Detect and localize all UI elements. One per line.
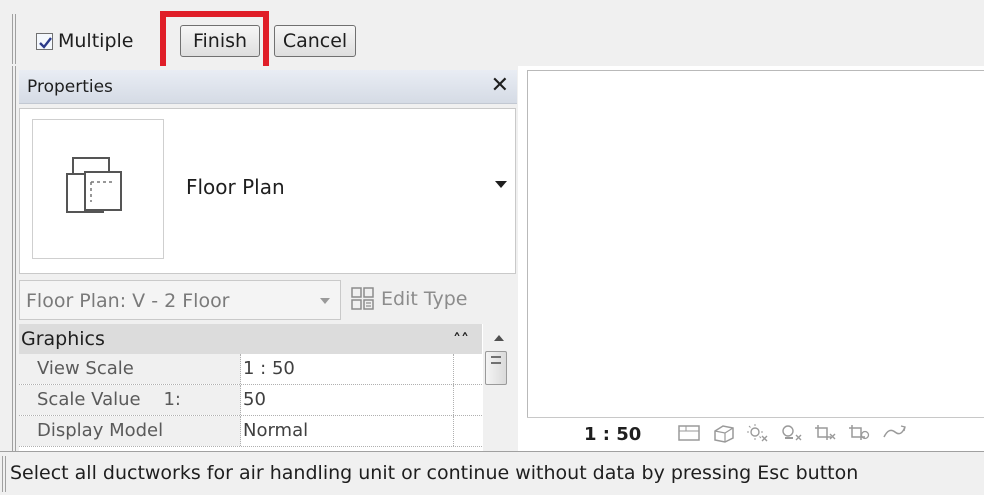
property-key: Display Model [19,416,241,446]
property-key: View Scale [19,354,241,384]
properties-title: Properties [27,77,113,97]
view-control-icons [677,423,909,445]
instance-value: Floor Plan: V - 2 Floor [26,290,230,312]
property-value[interactable]: 50 [241,385,454,415]
instance-dropdown-arrow-icon[interactable] [320,298,330,304]
status-grip [2,456,6,492]
drawing-view[interactable] [527,70,984,451]
sheet-icon[interactable] [677,423,705,445]
property-grid: Graphics ˄˄ View Scale 1 : 50 Scale Valu… [19,324,516,451]
panel-grip [12,66,16,451]
shadow-icon[interactable] [779,423,807,445]
toolbar-grip[interactable] [12,14,16,64]
link-icon[interactable] [881,423,909,445]
crop-icon[interactable] [813,423,841,445]
group-label: Graphics [21,328,105,350]
cube-icon[interactable] [711,423,739,445]
type-selector[interactable]: Floor Plan [19,108,516,274]
view-scale[interactable]: 1 : 50 [584,424,641,445]
cancel-button[interactable]: Cancel [274,25,356,57]
check-icon [39,36,52,49]
type-name: Floor Plan [186,175,285,199]
multiple-label: Multiple [58,30,134,52]
edit-type-icon [351,287,374,310]
scroll-thumb[interactable] [485,351,507,385]
edit-type-label: Edit Type [381,288,468,310]
sun-icon[interactable] [745,423,773,445]
close-icon[interactable]: ✕ [491,74,509,98]
type-dropdown-arrow-icon[interactable] [495,181,507,188]
table-row[interactable]: View Scale 1 : 50 [19,354,482,385]
table-row[interactable]: Display Model Normal [19,416,482,447]
instance-combo[interactable]: Floor Plan: V - 2 Floor [19,280,341,320]
property-scrollbar[interactable] [483,324,516,451]
properties-title-bar: Properties ✕ [19,70,517,104]
property-value[interactable]: Normal [241,416,454,446]
property-key: Scale Value 1: [19,385,241,415]
finish-button[interactable]: Finish [180,25,260,57]
crop-show-icon[interactable] [847,423,875,445]
properties-panel: Properties ✕ Floor Plan Floor Plan: V - … [0,66,518,451]
multiple-option[interactable]: Multiple [36,30,133,52]
floor-plan-icon [66,157,122,213]
collapse-icon[interactable]: ˄˄ [453,330,469,349]
options-bar: Multiple Finish Cancel [0,0,984,73]
instance-row: Floor Plan: V - 2 Floor Edit Type [19,280,516,320]
multiple-checkbox[interactable] [36,32,53,50]
table-row[interactable]: Scale Value 1: 50 [19,385,482,416]
view-control-bar: 1 : 50 [527,417,984,451]
graphics-group-header[interactable]: Graphics ˄˄ [19,324,482,354]
status-bar: Select all ductworks for air handling un… [0,451,984,495]
property-value[interactable]: 1 : 50 [241,354,454,384]
status-message: Select all ductworks for air handling un… [10,462,859,484]
edit-type-button[interactable]: Edit Type [351,282,467,316]
type-thumbnail [32,119,164,259]
scroll-up-icon[interactable] [494,335,504,341]
